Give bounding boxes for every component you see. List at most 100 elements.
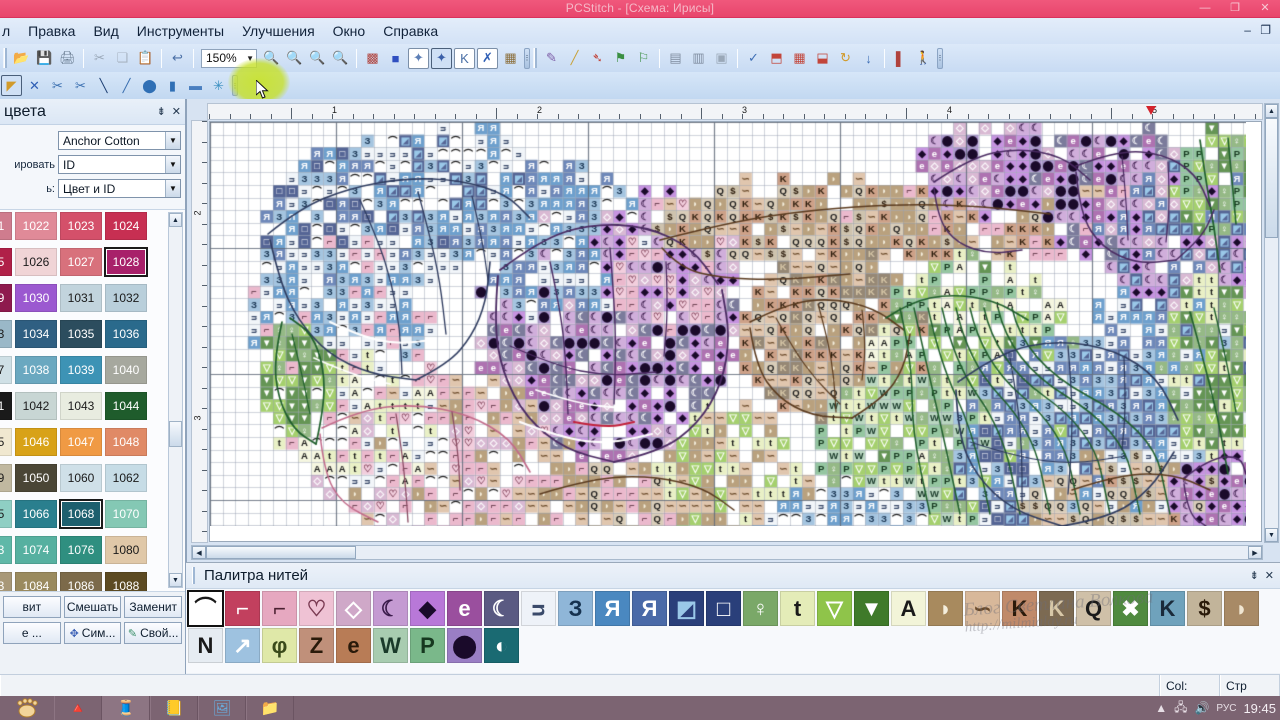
palette-symbol-n[interactable]: N: [188, 628, 223, 663]
palette-symbol-half-moon[interactable]: ◐: [484, 628, 519, 663]
library-icon[interactable]: ▌: [890, 48, 911, 69]
bead-right-icon[interactable]: ⚐: [633, 48, 654, 69]
color-swatch-1073[interactable]: 1073: [0, 536, 12, 564]
line-icon[interactable]: ▬: [185, 75, 206, 96]
chart-scroll-up-button[interactable]: ▲: [1265, 104, 1278, 118]
color-swatch-1037[interactable]: 1037: [0, 356, 12, 384]
zoom-level-combobox[interactable]: 150% ▼: [201, 48, 257, 68]
export-icon[interactable]: ⬓: [812, 48, 833, 69]
close-icon[interactable]: ✕: [172, 105, 181, 118]
color-swatch-1033[interactable]: 1033: [0, 320, 12, 348]
color-swatch-1048[interactable]: 1048: [105, 428, 147, 456]
chart-vscroll-thumb[interactable]: [1265, 118, 1278, 238]
color-swatch-1043[interactable]: 1043: [60, 392, 102, 420]
palette-symbol-wave[interactable]: ∽: [965, 591, 1000, 626]
palette-symbol-diamond-outline[interactable]: ◇: [336, 591, 371, 626]
color-swatch-1022[interactable]: 1022: [15, 212, 57, 240]
network-icon[interactable]: 🖧: [1174, 698, 1187, 719]
palette-symbol-ya-light[interactable]: Я: [595, 591, 630, 626]
tray-expand-icon[interactable]: ▲: [1155, 701, 1167, 715]
start-button[interactable]: [0, 696, 54, 720]
properties-button[interactable]: ✎ Свой...: [124, 622, 183, 644]
swatch-scroll-thumb[interactable]: [169, 421, 182, 447]
menu-item-2[interactable]: Вид: [84, 21, 127, 41]
palette-symbol-heart[interactable]: ♡: [299, 591, 334, 626]
color-swatch-1027[interactable]: 1027: [60, 248, 102, 276]
bead-left-icon[interactable]: ⚑: [610, 48, 631, 69]
zoom-in-icon[interactable]: 🔍: [261, 48, 282, 69]
taskbar-app-browser[interactable]: 🔺: [54, 696, 102, 720]
palette-symbol-a[interactable]: A: [891, 591, 926, 626]
color-swatch-1031[interactable]: 1031: [60, 284, 102, 312]
color-swatch-1086[interactable]: 1086: [60, 572, 102, 591]
view-cross-icon[interactable]: ✗: [477, 47, 498, 69]
language-indicator[interactable]: РУС: [1216, 703, 1236, 714]
color-swatch-1068[interactable]: 1068: [59, 499, 103, 529]
color-swatch-1034[interactable]: 1034: [15, 320, 57, 348]
color-swatch-1026[interactable]: 1026: [15, 248, 57, 276]
chevron-down-icon[interactable]: ▼: [165, 156, 180, 173]
toolbar-overflow-button-2[interactable]: ⋮: [937, 47, 944, 69]
color-swatch-1024[interactable]: 1024: [105, 212, 147, 240]
color-swatch-1021[interactable]: 1021: [0, 212, 12, 240]
palette-symbol-moon[interactable]: ☾: [484, 591, 519, 626]
spellcheck-icon[interactable]: ✓: [743, 48, 764, 69]
sort-by-select[interactable]: ID ▼: [58, 155, 181, 174]
cross-stitch-chart-canvas[interactable]: [210, 122, 1246, 526]
french-knot-icon[interactable]: ➴: [587, 48, 608, 69]
zoom-out-icon[interactable]: 🔍: [284, 48, 305, 69]
color-swatch-1046[interactable]: 1046: [15, 428, 57, 456]
panel-grip[interactable]: [192, 567, 196, 584]
chart-canvas-wrapper[interactable]: [209, 121, 1262, 542]
taskbar-app-photos[interactable]: 🖼: [198, 696, 246, 720]
color-swatch-1062[interactable]: 1062: [105, 464, 147, 492]
palette-symbol-k-dark[interactable]: K: [1039, 591, 1074, 626]
close-button[interactable]: ✕: [1258, 1, 1272, 15]
view-symbol-icon[interactable]: ✦: [408, 47, 429, 69]
straight-stitch-icon[interactable]: ╱: [116, 75, 137, 96]
palette-symbol-arrow-ne[interactable]: ↗: [225, 628, 260, 663]
chart-scroll-right-button[interactable]: ▶: [1248, 546, 1262, 559]
color-swatch-1047[interactable]: 1047: [60, 428, 102, 456]
toolbar-grip-2[interactable]: [533, 48, 537, 68]
swatch-scroll-down-button[interactable]: ▼: [169, 573, 182, 587]
replace-button[interactable]: Заменит: [124, 596, 183, 618]
backstitch-icon[interactable]: ✎: [541, 48, 562, 69]
color-swatch-1042[interactable]: 1042: [15, 392, 57, 420]
swatch-scroll-up-button[interactable]: ▲: [169, 213, 182, 227]
color-swatch-1060[interactable]: 1060: [60, 464, 102, 492]
palette-symbol-arc[interactable]: ⌒: [187, 590, 224, 627]
color-swatch-1050[interactable]: 1050: [15, 464, 57, 492]
palette-symbol-half-circle-2[interactable]: ◗: [1224, 591, 1259, 626]
floss-usage-icon[interactable]: ▦: [789, 48, 810, 69]
color-swatch-1065[interactable]: 1065: [0, 500, 12, 528]
palette-symbol-phi[interactable]: φ: [262, 628, 297, 663]
palette-symbol-pin-pink[interactable]: ⌐: [262, 591, 297, 626]
columns-icon[interactable]: ▥: [688, 48, 709, 69]
toolbar-grip[interactable]: [3, 48, 7, 68]
stitch-toolbar-overflow-button[interactable]: ⋮: [232, 75, 239, 96]
palette-symbol-cross[interactable]: ✖: [1113, 591, 1148, 626]
page-layout-icon[interactable]: ▤: [665, 48, 686, 69]
show-as-select[interactable]: Цвет и ID ▼: [58, 179, 181, 198]
half-stitch-icon[interactable]: ✂: [70, 75, 91, 96]
color-swatch-1036[interactable]: 1036: [105, 320, 147, 348]
palette-close-icon[interactable]: ✕: [1265, 569, 1274, 582]
color-swatch-1025[interactable]: 1025: [0, 248, 12, 276]
pin-icon[interactable]: ⇟: [157, 105, 166, 118]
delete-button[interactable]: е ...: [3, 622, 61, 644]
volume-icon[interactable]: 🔊: [1194, 701, 1209, 715]
maximize-button[interactable]: ❐: [1228, 1, 1242, 15]
chart-scroll-left-button[interactable]: ◀: [192, 546, 206, 559]
zoom-fit-icon[interactable]: 🔍: [307, 48, 328, 69]
palette-symbol-triangle-filled[interactable]: ▼: [854, 591, 889, 626]
color-swatch-1080[interactable]: 1080: [105, 536, 147, 564]
palette-brand-select[interactable]: Anchor Cotton ▼: [58, 131, 181, 150]
cut-icon[interactable]: ✂: [89, 48, 110, 69]
palette-symbol-q[interactable]: Q: [1076, 591, 1111, 626]
backstitch-line-icon[interactable]: ╲: [93, 75, 114, 96]
undo-icon[interactable]: ↩: [167, 48, 188, 69]
palette-symbol-e-brown[interactable]: e: [336, 628, 371, 663]
palette-pin-icon[interactable]: ⇟: [1250, 569, 1259, 582]
view-bw-symbol-icon[interactable]: K: [454, 47, 475, 69]
